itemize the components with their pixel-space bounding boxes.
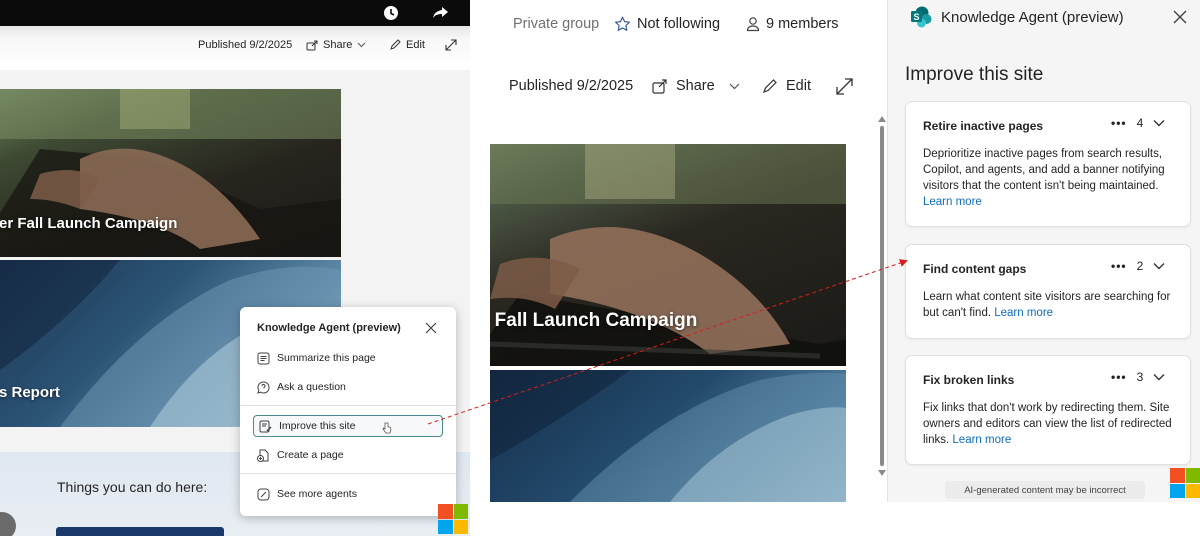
share-icon	[652, 78, 667, 94]
expand-icon[interactable]	[445, 39, 457, 51]
card-count: 3	[1136, 370, 1144, 384]
scroll-down-icon[interactable]	[878, 470, 886, 476]
improve-site-item[interactable]: Improve this site	[253, 415, 443, 437]
left-screenshot: Published 9/2/2025 Share Edit er Fall La…	[0, 0, 470, 536]
sharepoint-icon: S	[909, 6, 933, 28]
share-arrow-icon[interactable]	[431, 4, 451, 22]
privacy-label: Private group	[513, 16, 600, 32]
scrollbar-thumb[interactable]	[880, 126, 884, 466]
retire-inactive-pages-card[interactable]: Retire inactive pages ••• 4 Deprioritize…	[905, 101, 1191, 227]
divider	[240, 405, 456, 406]
published-date: Published 9/2/2025	[198, 39, 293, 51]
knowledge-agent-panel: S Knowledge Agent (preview) Improve this…	[887, 0, 1200, 502]
knowledge-agent-popup: Knowledge Agent (preview) Summarize this…	[240, 307, 456, 516]
campaign-hero-image[interactable]: r Fall Launch Campaign	[490, 144, 846, 366]
more-options-icon[interactable]: •••	[1111, 370, 1127, 384]
members-button[interactable]: 9 members	[746, 16, 839, 32]
chevron-down-icon[interactable]	[1153, 262, 1165, 270]
hero-title: r Fall Launch Campaign	[490, 310, 698, 331]
find-content-gaps-card[interactable]: Find content gaps ••• 2 Learn what conte…	[905, 244, 1191, 339]
published-date: Published 9/2/2025	[509, 78, 634, 94]
report-hero-image[interactable]	[490, 370, 846, 502]
pencil-icon	[762, 79, 777, 94]
chat-question-icon	[257, 380, 270, 394]
ask-question-item[interactable]: Ask a question	[257, 376, 346, 398]
chevron-down-icon	[729, 83, 740, 89]
scroll-up-icon[interactable]	[878, 116, 886, 122]
video-control-bar	[0, 0, 470, 26]
create-page-icon	[257, 449, 269, 462]
hand-cursor-icon	[382, 422, 392, 434]
create-page-item[interactable]: Create a page	[257, 444, 344, 466]
card-count: 2	[1136, 259, 1144, 273]
campaign-hero-image[interactable]: er Fall Launch Campaign	[0, 89, 341, 257]
middle-screenshot: Private group Not following 9 members Pu…	[490, 0, 887, 502]
agents-icon	[257, 488, 270, 500]
summarize-icon	[257, 352, 270, 364]
card-description: Learn what content site visitors are sea…	[923, 291, 1171, 319]
share-button[interactable]: Share	[306, 39, 366, 51]
chevron-down-icon	[358, 42, 366, 48]
more-options-icon[interactable]: •••	[1111, 259, 1127, 273]
fix-broken-links-card[interactable]: Fix broken links ••• 3 Fix links that do…	[905, 355, 1191, 465]
panel-heading: Improve this site	[905, 64, 1044, 85]
divider	[240, 473, 456, 474]
summarize-page-item[interactable]: Summarize this page	[257, 347, 376, 369]
svg-text:S: S	[913, 12, 919, 22]
learn-more-link[interactable]: Learn more	[952, 434, 1011, 446]
hero-title: er Fall Launch Campaign	[0, 215, 178, 232]
popup-title: Knowledge Agent (preview)	[257, 322, 401, 334]
action-button[interactable]	[56, 527, 224, 536]
expand-icon[interactable]	[836, 78, 853, 95]
card-count: 4	[1136, 116, 1144, 130]
hero-title: s Report	[0, 384, 60, 401]
pencil-icon	[390, 39, 401, 50]
share-button[interactable]: Share	[652, 78, 740, 94]
edit-button[interactable]: Edit	[762, 78, 811, 94]
card-description: Fix links that don't work by redirecting…	[923, 402, 1172, 446]
panel-title: Knowledge Agent (preview)	[941, 9, 1124, 26]
chevron-down-icon[interactable]	[1153, 373, 1165, 381]
learn-more-link[interactable]: Learn more	[994, 307, 1053, 319]
improve-site-icon	[259, 420, 272, 432]
close-icon[interactable]	[1172, 9, 1188, 25]
clock-icon[interactable]	[381, 4, 401, 22]
chevron-down-icon[interactable]	[1153, 119, 1165, 127]
card-description: Deprioritize inactive pages from search …	[923, 148, 1165, 208]
microsoft-logo	[438, 504, 468, 534]
microsoft-logo	[1170, 468, 1200, 498]
ai-disclaimer: AI-generated content may be incorrect	[945, 481, 1145, 499]
more-options-icon[interactable]: •••	[1111, 116, 1127, 130]
edit-button[interactable]: Edit	[389, 39, 425, 51]
learn-more-link[interactable]: Learn more	[923, 196, 982, 208]
card-title: Retire inactive pages	[923, 119, 1044, 133]
see-more-agents-item[interactable]: See more agents	[257, 483, 357, 505]
things-heading: Things you can do here:	[57, 479, 208, 495]
share-icon	[306, 40, 318, 50]
star-icon	[615, 16, 630, 31]
follow-button[interactable]: Not following	[614, 16, 720, 32]
close-icon[interactable]	[424, 321, 438, 335]
card-title: Find content gaps	[923, 262, 1027, 276]
card-title: Fix broken links	[923, 373, 1015, 387]
person-icon	[746, 17, 760, 32]
